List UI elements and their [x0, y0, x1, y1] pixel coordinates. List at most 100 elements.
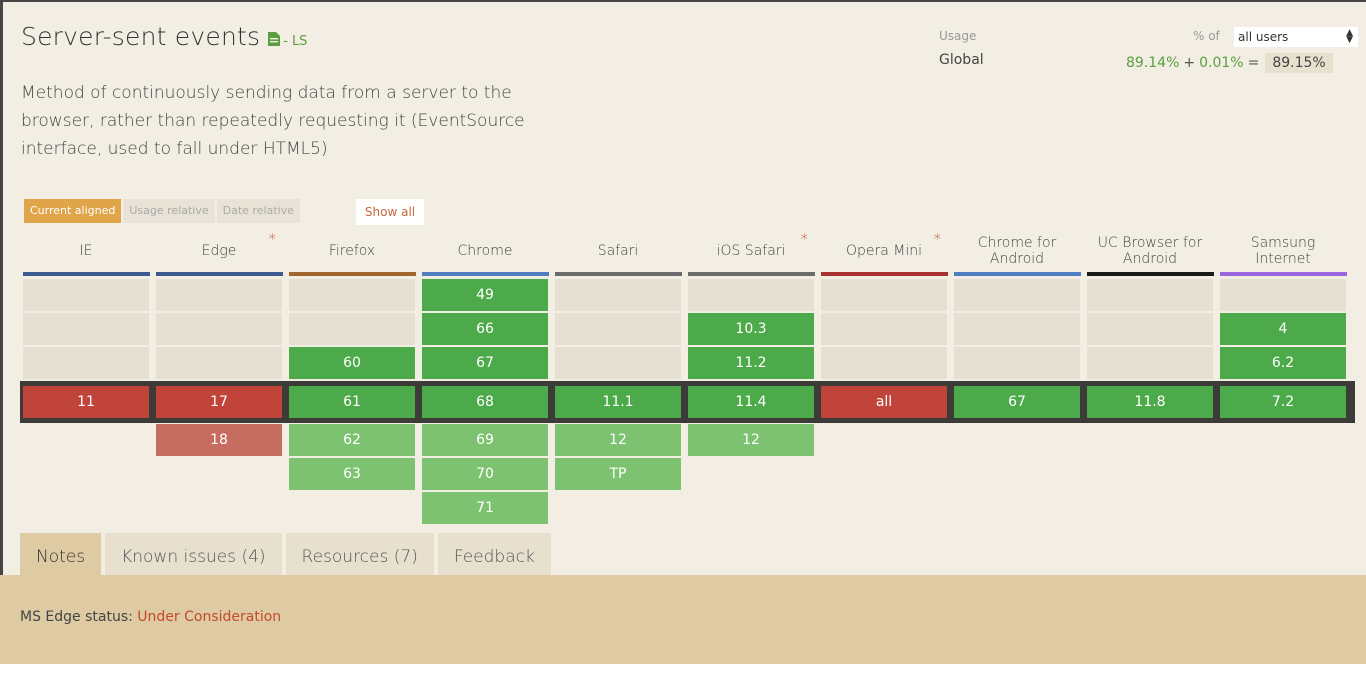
select-arrows-icon: ▲ ▼	[1346, 28, 1353, 45]
caniuse-feature-panel: Server-sent events - LS Method of contin…	[0, 0, 1366, 664]
version-cell-future[interactable]: 70	[422, 458, 548, 490]
browser-color-bar	[422, 272, 549, 276]
browser-name: UC Browser for Android	[1097, 235, 1203, 267]
note-star-icon[interactable]: *	[269, 231, 277, 247]
usage-relative-button[interactable]: Usage relative	[123, 199, 215, 223]
version-cell-future[interactable]: 12	[555, 424, 681, 456]
browser-color-bar	[954, 272, 1081, 276]
date-relative-button[interactable]: Date relative	[216, 199, 300, 223]
version-cell-past	[289, 279, 415, 311]
current-aligned-button[interactable]: Current aligned	[24, 199, 122, 223]
note-star-icon[interactable]: *	[934, 231, 942, 247]
browser-header-ios-safari[interactable]: iOS Safari *	[688, 230, 814, 272]
version-cell-past	[289, 313, 415, 345]
version-cell-past	[555, 313, 681, 345]
tab-notes[interactable]: Notes	[20, 533, 102, 577]
browser-header-opera-mini[interactable]: Opera Mini *	[821, 230, 947, 272]
version-cell-past[interactable]: 49	[422, 279, 548, 311]
browser-name: IE	[79, 243, 93, 259]
version-cell-past	[821, 313, 947, 345]
version-cell-past	[555, 279, 681, 311]
browser-color-bar	[555, 272, 682, 276]
usage-plus: +	[1183, 55, 1196, 71]
browser-color-bar	[156, 272, 283, 276]
version-cell-current[interactable]: 67	[954, 386, 1080, 418]
browser-color-bar	[1087, 272, 1214, 276]
version-cell-current[interactable]: 7.2	[1220, 386, 1346, 418]
version-cell-past	[1087, 313, 1213, 345]
version-cell-past	[1220, 279, 1346, 311]
version-cell-past	[156, 279, 282, 311]
view-mode-buttons: Current aligned Usage relative Date rela…	[24, 199, 302, 223]
note-star-icon[interactable]: *	[801, 231, 809, 247]
browser-header-chrome-for-android[interactable]: Chrome for Android	[954, 230, 1080, 272]
browser-color-bar	[23, 272, 150, 276]
tab-known-issues[interactable]: Known issues (4)	[105, 533, 282, 577]
tab-resources[interactable]: Resources (7)	[285, 533, 434, 577]
browser-name: Firefox	[328, 243, 376, 259]
version-cell-past[interactable]: 60	[289, 347, 415, 379]
browser-color-bar	[821, 272, 948, 276]
percent-of-label: % of	[1193, 29, 1220, 43]
version-cell-future[interactable]: 62	[289, 424, 415, 456]
version-cell-past	[23, 347, 149, 379]
version-cell-past[interactable]: 4	[1220, 313, 1346, 345]
users-select-value: all users	[1238, 30, 1289, 44]
usage-numbers: 89.14% + 0.01% = 89.15%	[1126, 53, 1333, 73]
usage-total: 89.15%	[1265, 53, 1333, 73]
browser-color-bar	[688, 272, 815, 276]
users-select[interactable]: all users ▲ ▼	[1234, 27, 1358, 47]
version-cell-future[interactable]: 63	[289, 458, 415, 490]
version-cell-current[interactable]: 11.8	[1087, 386, 1213, 418]
browser-header-ie[interactable]: IE	[23, 230, 149, 272]
version-cell-future[interactable]: TP	[555, 458, 681, 490]
version-cell-past	[555, 347, 681, 379]
version-cell-current[interactable]: 11	[23, 386, 149, 418]
document-icon[interactable]	[268, 31, 281, 46]
version-cell-past	[954, 313, 1080, 345]
version-cell-past[interactable]: 67	[422, 347, 548, 379]
tab-feedback[interactable]: Feedback	[437, 533, 551, 577]
edge-status-label: MS Edge status:	[20, 609, 133, 625]
version-cell-current[interactable]: all	[821, 386, 947, 418]
browser-header-uc-browser-for-android[interactable]: UC Browser for Android	[1087, 230, 1213, 272]
version-cell-past	[23, 313, 149, 345]
version-cell-past	[1087, 347, 1213, 379]
version-cell-current[interactable]: 61	[289, 386, 415, 418]
version-cell-past[interactable]: 6.2	[1220, 347, 1346, 379]
usage-full: 89.14%	[1126, 55, 1180, 71]
version-cell-past[interactable]: 11.2	[688, 347, 814, 379]
browser-color-bar	[289, 272, 416, 276]
version-cell-current[interactable]: 11.4	[688, 386, 814, 418]
browser-name: Safari	[597, 243, 639, 259]
version-cell-past[interactable]: 10.3	[688, 313, 814, 345]
show-all-button[interactable]: Show all	[356, 199, 424, 225]
feature-description: Method of continuously sending data from…	[21, 83, 525, 159]
version-cell-future[interactable]: 69	[422, 424, 548, 456]
browser-header-edge[interactable]: Edge *	[156, 230, 282, 272]
version-cell-past	[954, 279, 1080, 311]
version-cell-past	[1087, 279, 1213, 311]
version-cell-current[interactable]: 68	[422, 386, 548, 418]
browser-name: iOS Safari	[716, 243, 786, 259]
version-cell-past	[156, 313, 282, 345]
browser-header-samsung-internet[interactable]: Samsung Internet	[1220, 230, 1346, 272]
browser-header-chrome[interactable]: Chrome	[422, 230, 548, 272]
browser-color-bar	[1220, 272, 1347, 276]
version-cell-past[interactable]: 66	[422, 313, 548, 345]
status-badge[interactable]: LS	[292, 34, 308, 49]
version-cell-future[interactable]: 71	[422, 492, 548, 524]
edge-status-link[interactable]: Under Consideration	[137, 609, 281, 625]
version-cell-future[interactable]: 12	[688, 424, 814, 456]
browser-name: Chrome	[457, 243, 513, 259]
usage-equals: =	[1247, 55, 1260, 71]
version-cell-current[interactable]: 17	[156, 386, 282, 418]
version-cell-past	[688, 279, 814, 311]
status-dash: -	[283, 34, 288, 49]
browser-header-safari[interactable]: Safari	[555, 230, 681, 272]
browser-name: Chrome for Android	[977, 235, 1057, 267]
version-cell-current[interactable]: 11.1	[555, 386, 681, 418]
browser-header-firefox[interactable]: Firefox	[289, 230, 415, 272]
notes-panel: MS Edge status: Under Consideration	[0, 575, 1366, 664]
version-cell-future[interactable]: 18	[156, 424, 282, 456]
